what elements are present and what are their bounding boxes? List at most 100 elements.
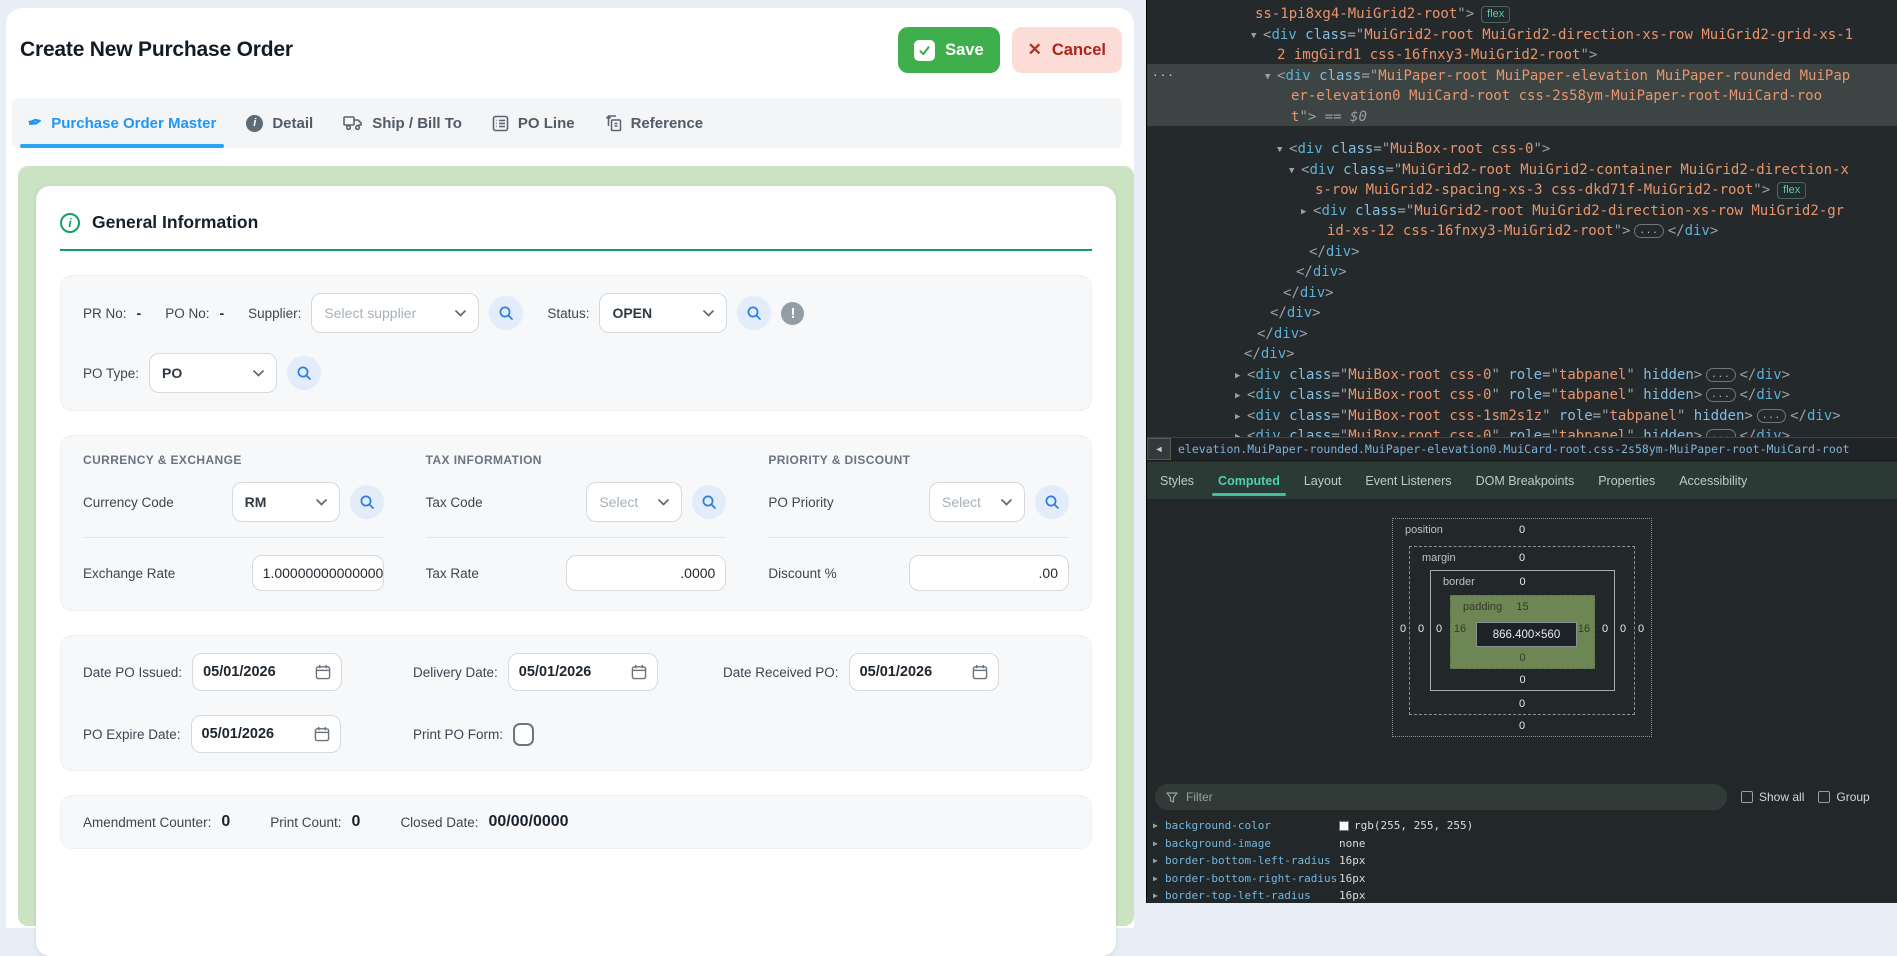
dom-tree-line[interactable]: t"> == $0	[1291, 107, 1367, 127]
tab-reference[interactable]: Reference	[605, 98, 704, 148]
dom-tree-line[interactable]: </div>	[1244, 344, 1295, 364]
tab-ship-bill-to[interactable]: Ship / Bill To	[343, 98, 462, 148]
print-po-form-checkbox[interactable]	[513, 723, 534, 746]
po-priority-search-button[interactable]	[1035, 485, 1069, 519]
dom-tree-line[interactable]: id-xs-12 css-16fnxy3-MuiGrid2-root">...<…	[1327, 221, 1718, 241]
dom-tree-line[interactable]: ss-1pi8xg4-MuiGrid2-root">flex	[1255, 4, 1510, 24]
supplier-select[interactable]: Select supplier	[311, 293, 479, 333]
group-checkbox[interactable]	[1818, 791, 1830, 803]
expanded-arrow-icon[interactable]: ▼	[1277, 140, 1289, 160]
computed-property-row[interactable]: ▶border-bottom-left-radius16px	[1147, 852, 1897, 870]
collapsed-arrow-icon[interactable]: ▶	[1235, 366, 1247, 386]
dom-tree-line[interactable]: </div>	[1283, 283, 1334, 303]
dom-tree-line[interactable]: 2 imgGird1 css-16fnxy3-MuiGrid2-root">	[1277, 45, 1597, 65]
dom-tree-line[interactable]: er-elevation0 MuiCard-root css-2s58ym-Mu…	[1291, 86, 1822, 106]
dom-tree-line[interactable]: </div>	[1296, 262, 1347, 282]
property-expand-arrow-icon[interactable]: ▶	[1153, 821, 1165, 830]
supplier-search-button[interactable]	[489, 296, 523, 330]
devtools-tab-dom-breakpoints[interactable]: DOM Breakpoints	[1476, 462, 1575, 499]
tab-purchase-order-master[interactable]: ✒ Purchase Order Master	[28, 98, 216, 148]
box-model-content: 866.400×560	[1476, 622, 1577, 647]
collapsed-content-ellipsis[interactable]: ...	[1634, 224, 1663, 238]
dom-tree-line[interactable]: ▶<div class="MuiBox-root css-0" role="ta…	[1235, 426, 1790, 437]
tax-code-search-button[interactable]	[692, 485, 726, 519]
devtools-tab-computed[interactable]: Computed	[1218, 462, 1280, 499]
date-received-input[interactable]: 05/01/2026	[849, 653, 999, 691]
devtools-tab-layout[interactable]: Layout	[1304, 462, 1342, 499]
amendment-counter-field: Amendment Counter: 0	[83, 813, 230, 831]
dom-tree-line[interactable]: ▶<div class="MuiBox-root css-1sm2s1z" ro…	[1235, 406, 1841, 426]
exchange-rate-input[interactable]: 1.000000000000000000	[252, 555, 384, 591]
po-type-search-button[interactable]	[287, 356, 321, 390]
expanded-arrow-icon[interactable]: ▼	[1265, 67, 1277, 87]
flex-badge[interactable]: flex	[1481, 6, 1510, 23]
collapsed-content-ellipsis[interactable]: ...	[1706, 368, 1735, 382]
collapsed-arrow-icon[interactable]: ▶	[1235, 386, 1247, 406]
dom-tree-line[interactable]: ▼<div class="MuiPaper-root MuiPaper-elev…	[1265, 66, 1850, 86]
dom-tree-line[interactable]: </div>	[1309, 242, 1360, 262]
tab-po-line[interactable]: PO Line	[492, 98, 575, 148]
tax-rate-label: Tax Rate	[426, 566, 479, 581]
dom-tree-line[interactable]: </div>	[1257, 324, 1308, 344]
form-green-container: i General Information PR No: - PO No: -	[18, 166, 1134, 926]
status-select[interactable]: OPEN	[599, 293, 727, 333]
computed-property-row[interactable]: ▶border-top-left-radius16px	[1147, 887, 1897, 905]
currency-search-button[interactable]	[350, 485, 384, 519]
node-more-actions[interactable]: ...	[1152, 66, 1175, 79]
currency-code-value: RM	[245, 494, 267, 510]
discount-input[interactable]: .00	[909, 555, 1069, 591]
delivery-date-input[interactable]: 05/01/2026	[508, 653, 658, 691]
box-model-diagram[interactable]: position 0 0 margin 0 0 border 0 0 paddi…	[1392, 518, 1652, 737]
color-swatch[interactable]	[1339, 821, 1349, 831]
dom-tree-line[interactable]: ▼<div class="MuiGrid2-root MuiGrid2-cont…	[1289, 160, 1849, 180]
property-expand-arrow-icon[interactable]: ▶	[1153, 874, 1165, 883]
cancel-button[interactable]: ✕ Cancel	[1012, 27, 1122, 73]
currency-code-select[interactable]: RM	[232, 482, 340, 522]
date-po-issued-input[interactable]: 05/01/2026	[192, 653, 342, 691]
expanded-arrow-icon[interactable]: ▼	[1251, 26, 1263, 46]
status-warning-icon: !	[781, 302, 804, 325]
dom-tree-line[interactable]: ▼<div class="MuiBox-root css-0">	[1277, 139, 1550, 159]
date-value: 05/01/2026	[203, 664, 276, 680]
flex-badge[interactable]: flex	[1777, 182, 1806, 199]
devtools-tab-accessibility[interactable]: Accessibility	[1679, 462, 1747, 499]
po-type-select[interactable]: PO	[149, 353, 277, 393]
collapsed-content-ellipsis[interactable]: ...	[1706, 388, 1735, 402]
status-search-button[interactable]	[737, 296, 771, 330]
devtools-tab-event-listeners[interactable]: Event Listeners	[1365, 462, 1451, 499]
dom-tree-line[interactable]: s-row MuiGrid2-spacing-xs-3 css-dkd71f-M…	[1315, 180, 1806, 200]
dom-tree-line[interactable]: ▶<div class="MuiBox-root css-0" role="ta…	[1235, 385, 1790, 405]
property-expand-arrow-icon[interactable]: ▶	[1153, 856, 1165, 865]
po-no-field: PO No: -	[165, 305, 224, 321]
dom-tree-line[interactable]: ▼<div class="MuiGrid2-root MuiGrid2-dire…	[1251, 25, 1853, 45]
collapsed-arrow-icon[interactable]: ▶	[1235, 427, 1247, 437]
dom-tree-line[interactable]: ▶<div class="MuiGrid2-root MuiGrid2-dire…	[1301, 201, 1844, 221]
expanded-arrow-icon[interactable]: ▼	[1289, 161, 1301, 181]
tax-code-select[interactable]: Select	[586, 482, 682, 522]
tab-detail[interactable]: i Detail	[246, 98, 313, 148]
devtools-tab-properties[interactable]: Properties	[1598, 462, 1655, 499]
copy-document-icon	[605, 114, 622, 132]
save-button[interactable]: Save	[898, 27, 1000, 73]
breadcrumb-back-button[interactable]: ◄	[1147, 438, 1171, 460]
date-value: 05/01/2026	[860, 664, 933, 680]
property-expand-arrow-icon[interactable]: ▶	[1153, 891, 1165, 900]
margin-top-value: 0	[1410, 552, 1634, 564]
dom-tree-line[interactable]: </div>	[1270, 303, 1321, 323]
dom-tree-line[interactable]: ▶<div class="MuiBox-root css-0" role="ta…	[1235, 365, 1790, 385]
computed-property-row[interactable]: ▶background-colorrgb(255, 255, 255)	[1147, 817, 1897, 835]
breadcrumb[interactable]: elevation.MuiPaper-rounded.MuiPaper-elev…	[1178, 442, 1850, 456]
computed-property-row[interactable]: ▶background-imagenone	[1147, 835, 1897, 853]
po-priority-select[interactable]: Select	[929, 482, 1025, 522]
computed-property-row[interactable]: ▶border-bottom-right-radius16px	[1147, 870, 1897, 888]
devtools-tab-styles[interactable]: Styles	[1160, 462, 1194, 499]
collapsed-content-ellipsis[interactable]: ...	[1757, 409, 1786, 423]
collapsed-arrow-icon[interactable]: ▶	[1235, 407, 1247, 427]
filter-input[interactable]: Filter	[1155, 784, 1727, 810]
collapsed-arrow-icon[interactable]: ▶	[1301, 202, 1313, 222]
tax-rate-input[interactable]: .0000	[566, 555, 726, 591]
collapsed-content-ellipsis[interactable]: ...	[1706, 429, 1735, 437]
show-all-checkbox[interactable]	[1741, 791, 1753, 803]
property-expand-arrow-icon[interactable]: ▶	[1153, 839, 1165, 848]
po-expire-input[interactable]: 05/01/2026	[191, 715, 341, 753]
